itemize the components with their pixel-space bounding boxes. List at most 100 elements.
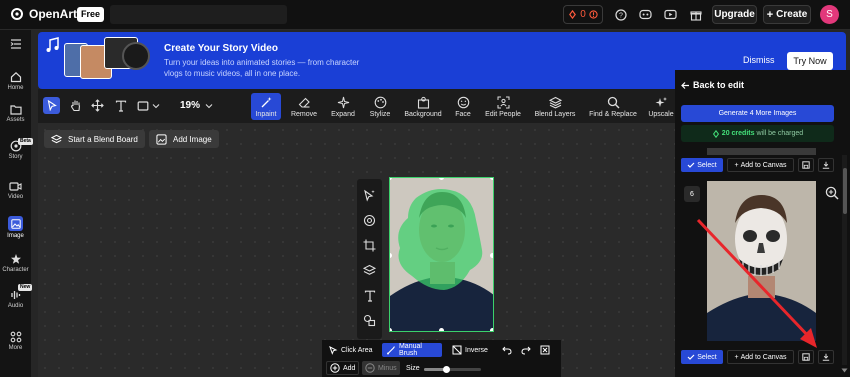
add-to-canvas-button[interactable]: + Add to Canvas [727,158,794,172]
text-tool[interactable] [113,98,128,113]
sidebar-item-label: Video [7,194,24,200]
try-now-button[interactable]: Try Now [787,52,833,70]
sidebar-item-more[interactable]: More [0,331,31,363]
sidebar-item-video[interactable]: Video [0,181,31,213]
select-icon [687,354,695,360]
text-tool-vertical[interactable] [362,288,377,303]
upgrade-button[interactable]: Upgrade [712,5,757,24]
edit-people-tool[interactable]: Edit People [484,93,522,120]
undo-button[interactable] [502,343,512,357]
target-select-icon [363,214,376,227]
expand-tool[interactable]: Expand [328,93,358,120]
save-button[interactable] [798,158,814,172]
credits-indicator[interactable]: 0 [563,5,603,24]
object-select-tool[interactable] [362,213,377,228]
stylize-tool[interactable]: Stylize [365,93,395,120]
sidebar-item-home[interactable]: Home [0,71,31,103]
inverse-label: Inverse [465,346,488,354]
sidebar-toggle[interactable] [0,39,31,71]
canvas-area[interactable]: Start a Blend Board Add Image Click Area… [38,123,675,377]
result-image[interactable] [707,181,816,341]
start-blend-board-button[interactable]: Start a Blend Board [44,130,145,148]
background-tool[interactable]: Background [402,93,444,120]
folder-icon [9,105,22,115]
generate-more-button[interactable]: Generate 4 More Images [681,105,834,122]
select-button[interactable]: Select [681,350,723,364]
openart-logo[interactable]: OpenArt [10,7,77,21]
create-button[interactable]: + Create [763,5,811,24]
brush-size-slider[interactable] [424,366,481,373]
sidebar-item-audio[interactable]: New Audio [0,284,33,321]
scrollbar-thumb[interactable] [843,168,847,214]
search-icon [607,96,619,109]
inpaint-tool[interactable]: Inpaint [251,93,281,120]
download-button[interactable] [818,350,834,364]
brush-options-bar: Click Area Manual Brush Inverse Add Minu… [322,340,561,377]
rectangle-icon [137,100,148,111]
click-area-button[interactable]: Click Area [328,343,373,357]
banner-description: Turn your ideas into animated stories — … [164,58,360,78]
blend-layers-tool[interactable]: Blend Layers [534,93,576,120]
inverse-button[interactable]: Inverse [452,343,488,357]
upscale-tool[interactable]: Upscale [647,93,675,120]
download-button[interactable] [818,158,834,172]
shape-tool[interactable] [135,98,150,113]
find-replace-tool[interactable]: Find & Replace [589,93,637,120]
edit-toolbar: 19% Inpaint Remove Expand Stylize Backgr… [38,89,675,123]
redo-button[interactable] [521,343,531,357]
zoom-level[interactable]: 19% [180,100,200,111]
manual-brush-button[interactable]: Manual Brush [382,343,442,357]
create-label: Create [776,9,808,20]
dismiss-button[interactable]: Dismiss [743,55,775,65]
brush-size-knob[interactable] [443,366,451,373]
minus-mode-button[interactable]: Minus [362,361,400,375]
discord-icon[interactable] [636,5,655,24]
move-tool[interactable] [90,98,105,113]
vertical-tool-panel [357,179,382,339]
add-image-button[interactable]: Add Image [149,130,219,148]
home-icon [10,71,21,83]
sidebar-item-label: More [8,345,23,351]
back-to-edit-button[interactable]: Back to edit [681,80,744,90]
gift-icon[interactable] [686,5,705,24]
select-tool[interactable] [43,97,60,114]
clear-mask-button[interactable] [540,343,550,357]
download-icon [822,161,830,169]
more-icon [10,331,21,343]
back-label: Back to edit [693,80,745,90]
shape-dropdown[interactable] [151,98,161,113]
sidebar-item-label: Image [7,233,24,239]
avatar[interactable]: S [820,5,839,24]
save-button[interactable] [798,350,814,364]
expand-sparkle-icon [337,96,349,109]
crop-tool[interactable] [362,238,377,253]
zoom-dropdown[interactable] [204,98,214,113]
face-tool[interactable]: Face [450,93,476,120]
result-number-badge: 6 [684,186,700,202]
select-button[interactable]: Select [681,158,723,172]
help-icon[interactable]: ? [611,5,630,24]
source-image-with-mask[interactable] [389,177,494,332]
pan-tool[interactable] [68,98,83,113]
youtube-icon[interactable] [661,5,680,24]
size-label: Size [406,364,420,372]
sidebar-item-story[interactable]: Beta Story [0,138,33,172]
sidebar-item-character[interactable]: Character [0,253,31,285]
add-to-canvas-button[interactable]: + Add to Canvas [727,350,794,364]
sidebar-item-assets[interactable]: Assets [0,104,31,136]
zoom-in-button[interactable] [825,186,839,200]
sidebar-item-image[interactable]: Image [0,216,31,248]
shapes-tool[interactable] [362,313,377,328]
plus-icon: + [734,353,739,361]
palette-icon [374,96,386,109]
top-search-bar[interactable] [110,5,287,24]
layers-tool[interactable] [362,263,377,278]
remove-tool[interactable]: Remove [289,93,319,120]
layers-icon [363,264,376,275]
scroll-down-arrow[interactable] [841,368,848,374]
blend-board-label: Start a Blend Board [68,134,138,144]
ai-select-tool[interactable] [362,188,377,203]
select-icon [687,162,695,168]
add-mode-button[interactable]: Add [326,361,360,375]
sidebar-item-label: Home [7,85,24,91]
